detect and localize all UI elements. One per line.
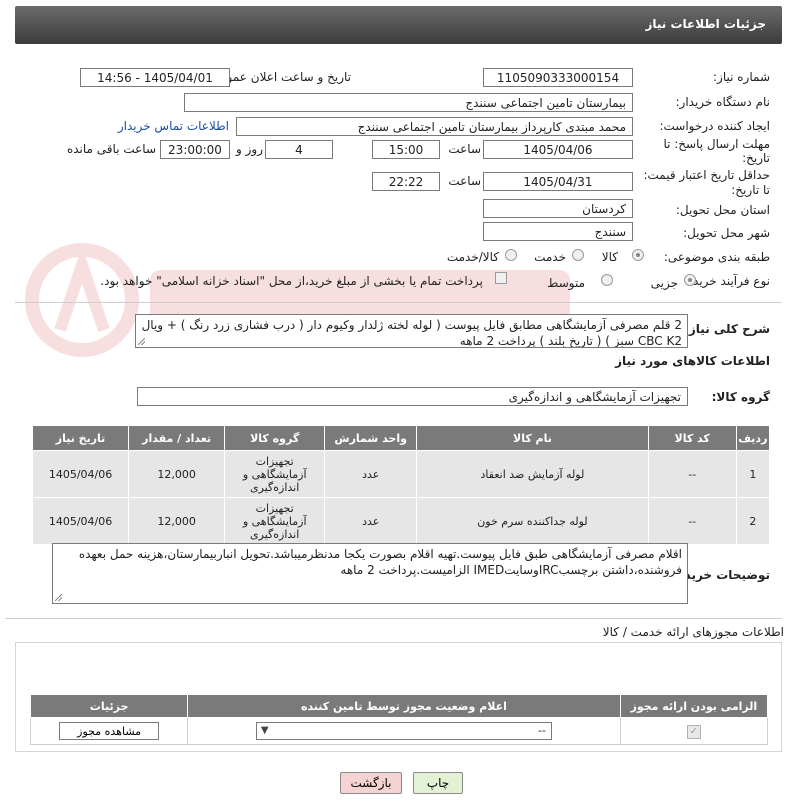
- cell-group: تجهیزات آزمایشگاهی و اندازه‌گیری: [224, 497, 326, 545]
- description-label: شرح کلی نیاز:: [684, 322, 770, 336]
- category-radio-goods-service[interactable]: [505, 249, 517, 261]
- remaining-label: ساعت باقی مانده: [66, 142, 156, 156]
- cell-unit: عدد: [324, 450, 418, 498]
- licenses-section-title: اطلاعات مجوزهای ارائه خدمت / کالا: [602, 625, 784, 639]
- cell-unit: عدد: [324, 497, 418, 545]
- col-license-status: اعلام وضعیت مجوز توسط تامین کننده: [187, 694, 621, 718]
- remaining-time-field: 23:00:00: [160, 140, 230, 159]
- province-label: استان محل تحویل:: [675, 203, 770, 217]
- price-validity-label-2: تا تاریخ:: [731, 183, 770, 197]
- reply-deadline-label-2: تاریخ:: [742, 151, 770, 165]
- payment-note: پرداخت تمام یا بخشی از مبلغ خرید،از محل …: [100, 274, 483, 288]
- license-status-select[interactable]: -- ▼: [255, 722, 552, 740]
- col-group: گروه کالا: [224, 425, 326, 451]
- need-number-label: شماره نیاز:: [713, 70, 770, 84]
- price-time-field: 22:22: [372, 172, 440, 191]
- cell-quantity: 12,000: [128, 497, 226, 545]
- reply-deadline-label: مهلت ارسال پاسخ: تا: [663, 137, 770, 151]
- cell-group: تجهیزات آزمایشگاهی و اندازه‌گیری: [224, 450, 326, 498]
- page-title: جزئیات اطلاعات نیاز: [645, 17, 766, 31]
- reply-time-label: ساعت: [448, 142, 481, 156]
- cell-code: --: [647, 497, 737, 545]
- process-radio-minor[interactable]: [684, 274, 696, 286]
- category-radio-goods[interactable]: [632, 249, 644, 261]
- city-field: سنندج: [483, 222, 633, 241]
- licenses-table: الزامی بودن ارائه مجوز اعلام وضعیت مجوز …: [29, 694, 769, 745]
- category-label: طبقه بندی موضوعی:: [663, 250, 770, 264]
- need-number-field: 1105090333000154: [483, 68, 633, 87]
- license-status-value: --: [537, 724, 546, 737]
- process-option-minor: جزیی: [650, 276, 678, 290]
- process-label: نوع فرآیند خرید :: [685, 274, 770, 288]
- days-label: روز و: [236, 142, 263, 156]
- contact-info-link[interactable]: اطلاعات تماس خریدار: [118, 119, 229, 133]
- col-name: نام کالا: [416, 425, 649, 451]
- reply-date-field: 1405/04/06: [483, 140, 633, 159]
- buyer-notes-textarea: اقلام مصرفی آزمایشگاهی طبق فایل پیوست.ته…: [52, 543, 688, 604]
- view-license-button[interactable]: مشاهده مجوز: [59, 722, 160, 740]
- goods-group-label: گروه کالا:: [711, 390, 770, 404]
- col-quantity: تعداد / مقدار: [128, 425, 226, 451]
- goods-group-field: تجهیزات آزمایشگاهی و اندازه‌گیری: [137, 387, 688, 406]
- price-time-label: ساعت: [448, 174, 481, 188]
- buyer-notes-text: اقلام مصرفی آزمایشگاهی طبق فایل پیوست.ته…: [78, 547, 682, 577]
- category-option-goods-service: کالا/خدمت: [446, 250, 499, 264]
- table-row: ✓ -- ▼ مشاهده مجوز: [29, 717, 769, 745]
- goods-table-header: ردیف کد کالا نام کالا واحد شمارش گروه کا…: [31, 425, 771, 451]
- price-date-field: 1405/04/31: [483, 172, 633, 191]
- category-option-goods: کالا: [601, 250, 618, 264]
- cell-license-status: -- ▼: [187, 717, 621, 745]
- col-license-required: الزامی بودن ارائه مجوز: [619, 694, 769, 718]
- buyer-org-field: بیمارستان تامین اجتماعی سنندج: [184, 93, 633, 112]
- price-validity-label: حداقل تاریخ اعتبار قیمت:: [643, 168, 770, 182]
- resize-grip-icon[interactable]: [138, 338, 145, 345]
- cell-need-date: 1405/04/06: [31, 450, 130, 498]
- announce-field: 1405/04/01 - 14:56: [80, 68, 230, 87]
- process-option-medium: متوسط: [547, 276, 585, 290]
- print-button[interactable]: چاپ: [413, 772, 463, 794]
- divider: [5, 618, 782, 619]
- page-header: جزئیات اطلاعات نیاز: [15, 6, 782, 44]
- col-row: ردیف: [735, 425, 771, 451]
- reply-time-field: 15:00: [372, 140, 440, 159]
- col-need-date: تاریخ نیاز: [31, 425, 130, 451]
- category-radio-service[interactable]: [572, 249, 584, 261]
- category-option-service: خدمت: [534, 250, 566, 264]
- goods-table: ردیف کد کالا نام کالا واحد شمارش گروه کا…: [31, 425, 771, 545]
- cell-name: لوله جداکننده سرم خون: [416, 497, 649, 545]
- cell-code: --: [647, 450, 737, 498]
- process-radio-medium[interactable]: [601, 274, 613, 286]
- table-row: 1 -- لوله آزمایش ضد انعقاد عدد تجهیزات آ…: [31, 450, 771, 498]
- licenses-table-header: الزامی بودن ارائه مجوز اعلام وضعیت مجوز …: [29, 694, 769, 718]
- cell-need-date: 1405/04/06: [31, 497, 130, 545]
- creator-field: محمد مبتدی کارپرداز بیمارستان تامین اجتم…: [236, 117, 633, 136]
- description-textarea: 2 قلم مصرفی آزمایشگاهی مطابق فایل پیوست …: [135, 314, 688, 348]
- checkmark-icon: ✓: [686, 725, 701, 739]
- cell-quantity: 12,000: [128, 450, 226, 498]
- cell-license-details: مشاهده مجوز: [29, 717, 189, 745]
- table-row: 2 -- لوله جداکننده سرم خون عدد تجهیزات آ…: [31, 497, 771, 545]
- col-license-details: جزئیات: [29, 694, 189, 718]
- days-field: 4: [265, 140, 333, 159]
- description-text: 2 قلم مصرفی آزمایشگاهی مطابق فایل پیوست …: [141, 318, 682, 348]
- cell-row: 1: [735, 450, 771, 498]
- city-label: شهر محل تحویل:: [683, 226, 770, 240]
- cell-row: 2: [735, 497, 771, 545]
- divider: [15, 302, 782, 303]
- cell-name: لوله آزمایش ضد انعقاد: [416, 450, 649, 498]
- goods-section-title: اطلاعات کالاهای مورد نیاز: [615, 354, 770, 368]
- col-code: کد کالا: [647, 425, 737, 451]
- back-button[interactable]: بازگشت: [340, 772, 402, 794]
- chevron-down-icon: ▼: [260, 725, 269, 736]
- col-unit: واحد شمارش: [324, 425, 418, 451]
- buyer-org-label: نام دستگاه خریدار:: [675, 95, 771, 109]
- treasury-checkbox[interactable]: [495, 272, 507, 284]
- creator-label: ایجاد کننده درخواست:: [659, 119, 770, 133]
- resize-grip-icon[interactable]: [55, 594, 62, 601]
- province-field: کردستان: [483, 199, 633, 218]
- cell-license-required: ✓: [619, 717, 769, 745]
